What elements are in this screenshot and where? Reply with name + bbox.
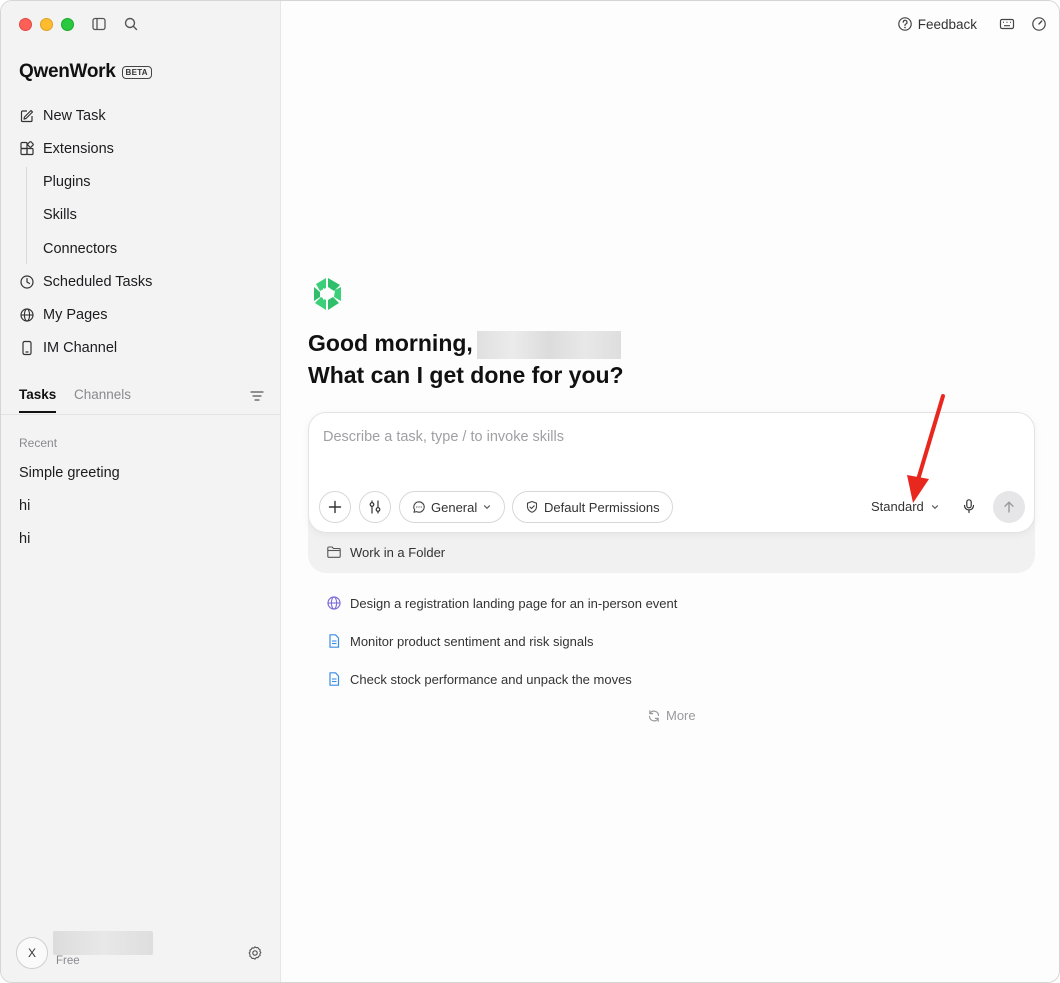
app-brand: QwenWork BETA: [19, 61, 152, 83]
suggestion-text: Check stock performance and unpack the m…: [350, 671, 632, 687]
greeting: Good morning, What can I get done for yo…: [308, 327, 624, 391]
tools-icon: [369, 500, 381, 514]
search-icon[interactable]: [123, 16, 139, 32]
microphone-icon[interactable]: [961, 498, 977, 514]
sidebar-item-label: Extensions: [43, 140, 114, 157]
more-suggestions-button[interactable]: More: [647, 708, 696, 723]
sidebar-item-extensions[interactable]: Extensions: [1, 132, 281, 165]
user-name-redacted: [53, 931, 153, 955]
edit-icon: [20, 109, 34, 122]
sidebar-item-new-task[interactable]: New Task: [1, 99, 281, 132]
model-mode-dropdown[interactable]: Standard: [871, 499, 940, 514]
minimize-window-button[interactable]: [40, 18, 53, 31]
task-composer: General Default Permissions Standard: [308, 412, 1035, 533]
gear-icon[interactable]: [247, 945, 263, 961]
user-plan: Free: [56, 955, 80, 967]
sidebar-tabs: Tasks Channels: [1, 381, 281, 415]
document-icon: [329, 672, 340, 686]
work-in-folder-button[interactable]: Work in a Folder: [326, 544, 445, 560]
help-icon: [897, 17, 912, 31]
window-controls: [19, 18, 74, 31]
greeting-line-2: What can I get done for you?: [308, 362, 624, 388]
extensions-submenu: Plugins Skills Connectors: [1, 165, 281, 266]
work-in-folder-label: Work in a Folder: [350, 544, 446, 560]
sidebar-item-plugins[interactable]: Plugins: [1, 165, 281, 199]
document-icon: [329, 634, 340, 648]
gauge-icon[interactable]: [1031, 16, 1047, 32]
sidebar-item-my-pages[interactable]: My Pages: [1, 299, 281, 332]
chevron-down-icon: [931, 504, 938, 509]
sidebar-item-scheduled-tasks[interactable]: Scheduled Tasks: [1, 266, 281, 299]
globe-icon: [20, 308, 34, 322]
phone-icon: [22, 340, 32, 356]
zoom-window-button[interactable]: [61, 18, 74, 31]
agent-mode-label: General: [431, 499, 478, 515]
greeting-line-1: Good morning,: [308, 330, 473, 356]
keyboard-icon[interactable]: [999, 16, 1015, 32]
sidebar: QwenWork BETA New Task Extensions Plugin…: [1, 1, 281, 982]
globe-icon: [327, 596, 341, 610]
sidebar-item-label: IM Channel: [43, 340, 118, 356]
extensions-icon: [20, 140, 34, 155]
sidebar-item-skills[interactable]: Skills: [1, 199, 281, 233]
sidebar-item-connectors[interactable]: Connectors: [1, 232, 281, 266]
agent-mode-dropdown[interactable]: General: [399, 491, 506, 523]
sidebar-item-label: My Pages: [43, 307, 108, 323]
suggestion-item[interactable]: Design a registration landing page for a…: [326, 584, 677, 622]
arrow-up-icon: [1004, 501, 1014, 513]
close-window-button[interactable]: [19, 18, 32, 31]
suggestion-list: Design a registration landing page for a…: [326, 584, 677, 698]
feedback-button[interactable]: Feedback: [897, 16, 977, 32]
sidebar-item-label: New Task: [43, 107, 106, 124]
tab-tasks[interactable]: Tasks: [19, 387, 57, 413]
recent-task-item[interactable]: hi: [19, 522, 120, 555]
app-name: QwenWork: [19, 61, 116, 82]
avatar[interactable]: X: [16, 937, 48, 969]
refresh-icon: [648, 709, 660, 722]
clock-icon: [20, 275, 34, 289]
tools-button[interactable]: [359, 491, 391, 523]
add-attachment-button[interactable]: [319, 491, 351, 523]
header-actions: Feedback: [897, 16, 1047, 32]
main-panel: Feedback Good morning, What can I get do…: [281, 1, 1059, 982]
recent-section-label: Recent: [19, 436, 58, 450]
sidebar-toggle-icon[interactable]: [91, 16, 107, 32]
suggestion-item[interactable]: Monitor product sentiment and risk signa…: [326, 622, 677, 660]
feedback-label: Feedback: [917, 16, 977, 32]
tab-channels[interactable]: Channels: [74, 387, 131, 402]
suggestion-text: Design a registration landing page for a…: [350, 595, 678, 611]
permissions-label: Default Permissions: [544, 499, 660, 515]
suggestion-text: Monitor product sentiment and risk signa…: [350, 633, 594, 649]
chevron-down-icon: [484, 505, 491, 510]
beta-badge: BETA: [121, 65, 152, 79]
sidebar-nav: New Task Extensions Plugins Skills Conne…: [1, 99, 281, 365]
sidebar-item-label: Scheduled Tasks: [43, 274, 153, 290]
folder-icon: [327, 546, 341, 558]
more-label: More: [666, 708, 696, 723]
suggestion-item[interactable]: Check stock performance and unpack the m…: [326, 660, 677, 698]
sidebar-item-im-channel[interactable]: IM Channel: [1, 332, 281, 365]
shield-icon: [526, 500, 538, 513]
filter-icon[interactable]: [249, 388, 265, 404]
permissions-button[interactable]: Default Permissions: [512, 491, 673, 523]
send-button[interactable]: [993, 491, 1025, 523]
user-profile[interactable]: X Free: [16, 931, 153, 969]
submenu-guide-line: [26, 167, 27, 264]
task-input[interactable]: [323, 429, 1013, 445]
recent-task-item[interactable]: hi: [19, 489, 120, 522]
qwenwork-logo-icon: [314, 278, 341, 310]
plus-icon: [328, 500, 342, 514]
model-mode-label: Standard: [871, 499, 924, 514]
recent-task-item[interactable]: Simple greeting: [19, 456, 120, 489]
app-window: QwenWork BETA New Task Extensions Plugin…: [0, 0, 1060, 983]
chat-bubble-icon: [413, 501, 425, 513]
recent-task-list: Simple greeting hi hi: [19, 456, 120, 555]
user-name-redacted: [476, 330, 621, 359]
